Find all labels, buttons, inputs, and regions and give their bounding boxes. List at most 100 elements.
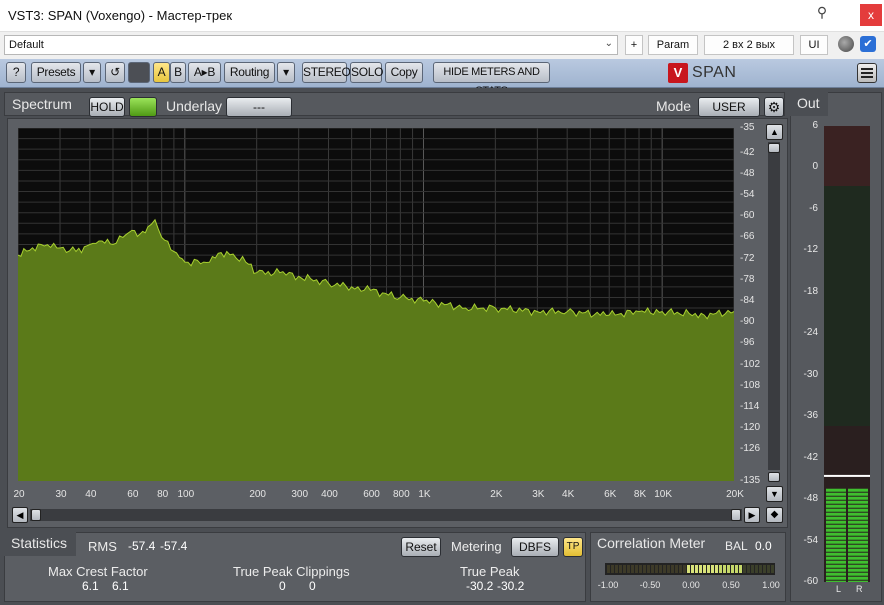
true-peak-label: True Peak [460,564,520,579]
brand-mark: V [668,63,688,83]
scroll-left-button[interactable]: ◀ [12,507,28,523]
menu-icon[interactable] [857,63,877,83]
mode-label: Mode [656,98,692,114]
undo-button[interactable]: ↺ [105,62,125,83]
solo-button[interactable]: SOLO [350,62,383,83]
routing-dropdown-button[interactable]: ▾ [277,62,295,83]
underlay-select[interactable]: --- [226,97,292,117]
y-tick-label: -84 [740,294,755,306]
hold-button[interactable]: HOLD [89,97,125,117]
metering-select[interactable]: DBFS [511,537,559,557]
horizontal-scroll-track[interactable] [30,509,742,521]
param-button[interactable]: Param [648,35,698,55]
correlation-segment [723,565,726,573]
out-meter-segment [826,504,846,508]
b-button[interactable]: B [170,62,186,83]
out-meter-segment [848,512,868,516]
out-meter-segment [826,500,846,504]
x-tick-label: 600 [363,489,380,500]
correlation-meter [605,563,775,575]
hold-indicator[interactable] [129,97,157,117]
x-tick-label: 200 [249,489,266,500]
host-preset-bar: Default ⌄ + Param 2 вх 2 вых UI [0,32,884,58]
close-button[interactable]: x [860,4,882,26]
correlation-segment [639,565,642,573]
scroll-right-button[interactable]: ▶ [744,507,760,523]
out-scale-label: -6 [809,202,818,214]
presets-button[interactable]: Presets [31,62,81,83]
reset-button[interactable]: Reset [401,537,441,557]
out-meter-segment [848,520,868,524]
correlation-scale-label: -1.00 [597,580,619,590]
preset-select[interactable]: Default ⌄ [4,35,618,55]
routing-button[interactable]: Routing [224,62,275,83]
correlation-segment [679,565,682,573]
out-scale-label: -24 [803,327,818,339]
clippings-left-value: 0 [279,579,286,593]
spectrum-plot[interactable] [18,128,734,481]
horizontal-scroll-thumb-left[interactable] [31,509,41,521]
correlation-segment [743,565,746,573]
x-tick-label: 300 [291,489,309,500]
ui-button[interactable]: UI [800,35,828,55]
out-meter-segment [848,560,868,564]
x-tick-label: 1K [418,489,431,500]
presets-dropdown-button[interactable]: ▾ [83,62,101,83]
x-tick-label: 40 [85,489,97,500]
correlation-segment [659,565,662,573]
y-tick-label: -42 [740,146,755,158]
out-meter-segment [848,552,868,556]
wet-knob-icon[interactable] [838,36,854,52]
out-meter-segment [826,540,846,544]
zoom-reset-button[interactable]: ◆ [766,507,783,523]
vertical-scroll-track[interactable] [768,142,780,470]
y-tick-label: -108 [740,379,761,391]
correlation-segment [651,565,654,573]
preset-select-value: Default [9,39,44,51]
scroll-down-button[interactable]: ▼ [766,486,783,502]
correlation-segment [691,565,694,573]
crest-factor-label: Max Crest Factor [48,564,148,579]
voxengo-logo: V SPAN [668,61,736,85]
y-tick-label: -102 [740,358,761,370]
a-to-b-button[interactable]: A▸B [188,62,221,83]
correlation-segment [635,565,638,573]
true-peak-left-value: -30.2 [466,579,494,593]
chevron-down-icon: ⌄ [604,38,613,49]
underlay-label: Underlay [166,98,223,114]
hide-meters-button[interactable]: HIDE METERS AND STATS [433,62,550,97]
io-button[interactable]: 2 вх 2 вых [704,35,794,55]
add-button[interactable]: + [625,35,643,55]
out-meter-segment [826,488,846,492]
correlation-segment [675,565,678,573]
brand-name: SPAN [692,64,737,81]
rms-right-value: -57.4 [160,539,188,553]
out-meter-segment [848,524,868,528]
a-button[interactable]: A [153,62,170,83]
out-meter-segment [826,532,846,536]
statistics-title: Statistics [11,535,68,551]
correlation-segment [755,565,758,573]
mode-select[interactable]: USER [698,97,760,117]
stereo-button[interactable]: STEREO [302,62,351,83]
copy-button[interactable]: Copy [385,62,423,83]
correlation-segment [747,565,750,573]
vertical-scroll-thumb-top[interactable] [768,143,780,153]
true-peak-toggle[interactable]: TP [563,537,583,557]
bypass-checkbox[interactable]: ✔ [860,36,876,52]
correlation-segment [607,565,610,573]
correlation-segment [627,565,630,573]
correlation-segment [739,565,742,573]
correlation-segment [611,565,614,573]
horizontal-scroll-thumb-right[interactable] [731,509,741,521]
redo-button[interactable] [128,62,150,83]
correlation-segment [771,565,774,573]
help-button[interactable]: ? [6,62,26,83]
pin-icon[interactable]: ⚲ [812,4,832,24]
x-tick-label: 10K [654,489,673,500]
gear-icon[interactable]: ⚙ [764,97,784,117]
correlation-segment [655,565,658,573]
scroll-up-button[interactable]: ▲ [766,124,783,140]
out-meter-segment [848,492,868,496]
vertical-scroll-thumb-bottom[interactable] [768,472,780,482]
